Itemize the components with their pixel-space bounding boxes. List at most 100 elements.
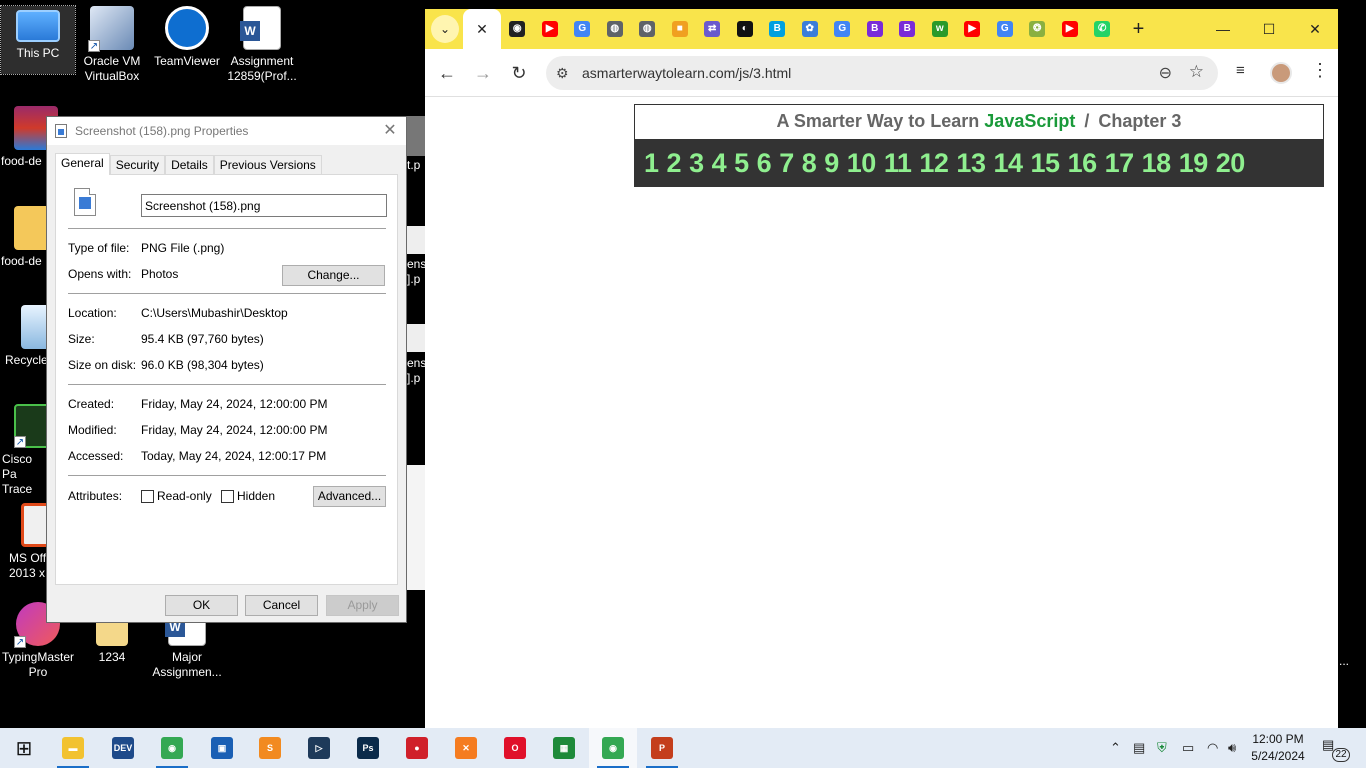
address-bar[interactable]: ⚙ asmarterwaytolearn.com/js/3.html ⊖ ☆ [546, 56, 1218, 90]
browser-tab[interactable]: ▶ [956, 9, 989, 49]
tab-previous-versions[interactable]: Previous Versions [213, 155, 322, 175]
chapter-link[interactable]: 17 [1105, 148, 1135, 179]
hidden-checkbox[interactable]: Hidden [221, 489, 275, 503]
chapter-link[interactable]: 16 [1068, 148, 1098, 179]
notification-center-button[interactable]: ▤ 22 [1322, 737, 1350, 762]
zoom-icon[interactable]: ⊖ [1159, 63, 1172, 83]
chapter-link[interactable]: 13 [956, 148, 986, 179]
browser-tab[interactable]: ◉ [501, 9, 534, 49]
tab-search-button[interactable]: ⌄ [431, 15, 459, 43]
chapter-link[interactable]: 9 [824, 148, 839, 179]
taskbar-app-terminal-app[interactable]: ▷ [295, 728, 343, 768]
chapter-link[interactable]: 2 [667, 148, 682, 179]
browser-tab[interactable]: B [891, 9, 924, 49]
browser-tab[interactable]: ▶ [534, 9, 567, 49]
chapter-link[interactable]: 18 [1142, 148, 1172, 179]
dialog-close-button[interactable]: ✕ [380, 121, 400, 141]
desktop-icon-teamviewer[interactable]: TeamViewer [150, 6, 224, 69]
chapter-link[interactable]: 4 [712, 148, 727, 179]
active-tab[interactable]: ✕ [463, 9, 501, 49]
browser-tab[interactable]: G [566, 9, 599, 49]
ok-button[interactable]: OK [165, 595, 238, 616]
taskbar-app-powerpoint[interactable]: P [638, 728, 686, 768]
browser-tab[interactable]: ◐ [729, 9, 762, 49]
battery-icon[interactable]: ▭ [1182, 740, 1194, 756]
bookmark-star-icon[interactable]: ☆ [1189, 62, 1204, 82]
chapter-link[interactable]: 6 [757, 148, 772, 179]
volume-icon[interactable]: 🔊︎ [1228, 740, 1236, 756]
show-hidden-icons-button[interactable]: ⌃ [1110, 740, 1121, 756]
forward-button[interactable]: → [471, 61, 495, 85]
chapter-link[interactable]: 20 [1216, 148, 1246, 179]
taskbar-app-photoshop[interactable]: Ps [344, 728, 392, 768]
minimize-button[interactable]: — [1200, 9, 1246, 49]
browser-tab[interactable]: ❂ [1021, 9, 1054, 49]
browser-tab[interactable]: ✆ [1086, 9, 1119, 49]
browser-tab[interactable]: G [989, 9, 1022, 49]
chapter-link[interactable]: 3 [689, 148, 704, 179]
tab-security[interactable]: Security [109, 155, 166, 175]
taskbar-app-recorder-app[interactable]: ● [393, 728, 441, 768]
browser-tab[interactable]: w [924, 9, 957, 49]
browser-tab[interactable]: B [761, 9, 794, 49]
taskbar-app-classroom-app[interactable]: ▦ [540, 728, 588, 768]
tray-app-icon[interactable]: ▤ [1133, 740, 1145, 756]
taskbar-app-virtualbox-app[interactable]: ▣ [198, 728, 246, 768]
taskbar-app-file-explorer[interactable]: ▬ [49, 728, 97, 768]
browser-tab[interactable]: ▶ [1054, 9, 1087, 49]
browser-tab[interactable]: ◍ [631, 9, 664, 49]
dialog-titlebar[interactable]: Screenshot (158).png Properties ✕ [47, 117, 406, 145]
maximize-button[interactable]: ☐ [1246, 9, 1292, 49]
security-shield-icon[interactable]: ⛨ [1157, 740, 1167, 756]
browser-tab[interactable]: ⇄ [696, 9, 729, 49]
apply-button[interactable]: Apply [326, 595, 399, 616]
close-window-button[interactable]: ✕ [1292, 9, 1338, 49]
chapter-link[interactable]: 15 [1031, 148, 1061, 179]
taskbar-app-xampp[interactable]: ✕ [442, 728, 490, 768]
chapter-link[interactable]: 8 [802, 148, 817, 179]
taskbar-app-opera[interactable]: O [491, 728, 539, 768]
change-button[interactable]: Change... [282, 265, 385, 286]
cancel-button[interactable]: Cancel [245, 595, 318, 616]
file-name-input[interactable] [141, 194, 387, 217]
tab-details[interactable]: Details [165, 155, 214, 175]
new-tab-button[interactable]: + [1125, 15, 1153, 43]
system-clock[interactable]: 12:00 PM 5/24/2024 [1248, 731, 1308, 765]
browser-tab[interactable]: ◍ [599, 9, 632, 49]
back-button[interactable]: ← [435, 61, 459, 85]
chapter-link[interactable]: 14 [993, 148, 1023, 179]
read-only-checkbox[interactable]: Read-only [141, 489, 212, 503]
chapter-link[interactable]: 10 [847, 148, 877, 179]
chapter-link[interactable]: 7 [779, 148, 794, 179]
chapter-link[interactable]: 5 [734, 148, 749, 179]
browser-menu-icon[interactable]: ⋮ [1311, 60, 1329, 81]
browser-tab[interactable]: ✿ [794, 9, 827, 49]
chapter-link[interactable]: 12 [919, 148, 949, 179]
reload-button[interactable]: ↻ [507, 61, 531, 85]
browser-tab[interactable]: B [859, 9, 892, 49]
tab-close-icon[interactable]: ✕ [476, 21, 488, 38]
chapter-link[interactable]: 11 [884, 148, 912, 179]
desktop-icon-virtualbox[interactable]: ↗ Oracle VM VirtualBox [75, 6, 149, 84]
wifi-icon[interactable]: ◠ [1207, 740, 1218, 756]
url-text[interactable]: asmarterwaytolearn.com/js/3.html [582, 65, 791, 81]
browser-tab[interactable]: ■ [664, 9, 697, 49]
desktop-icon-this-pc[interactable]: This PC [0, 5, 76, 75]
start-button[interactable]: ⊞ [0, 728, 48, 768]
media-controls-icon[interactable]: ≡ [1236, 62, 1245, 79]
taskbar-app-chrome[interactable]: ◉ [148, 728, 196, 768]
site-settings-icon[interactable]: ⚙ [556, 65, 569, 82]
taskbar-app-sublime-text[interactable]: S [246, 728, 294, 768]
taskbar-app-chrome-active[interactable]: ◉ [589, 728, 637, 768]
tab-general[interactable]: General [55, 153, 110, 175]
chapter-link[interactable]: 1 [644, 148, 659, 179]
browser-tab[interactable]: G [826, 9, 859, 49]
advanced-button[interactable]: Advanced... [313, 486, 386, 507]
checkbox-box[interactable] [141, 489, 154, 503]
title-chapter: Chapter 3 [1098, 111, 1182, 131]
desktop-icon-assignment[interactable]: W Assignment 12859(Prof... [225, 6, 299, 84]
profile-avatar[interactable] [1270, 62, 1292, 84]
checkbox-box[interactable] [221, 489, 234, 503]
chapter-link[interactable]: 19 [1179, 148, 1209, 179]
taskbar-app-dev-cpp[interactable]: DEV [99, 728, 147, 768]
